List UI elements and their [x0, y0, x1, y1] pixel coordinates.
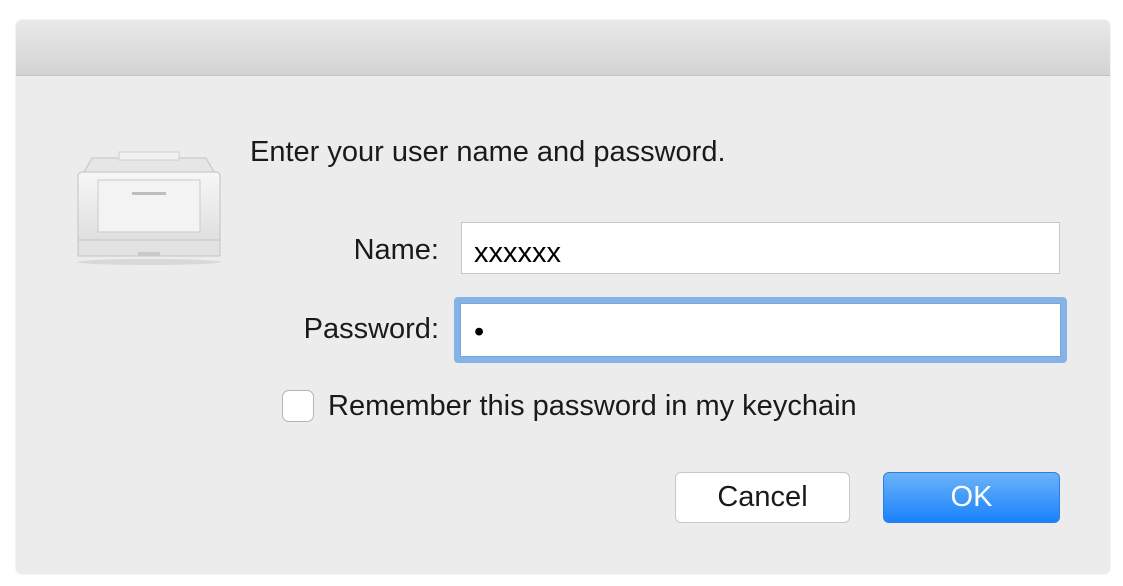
remember-password-checkbox[interactable] [282, 390, 314, 422]
ok-button[interactable]: OK [883, 472, 1060, 523]
password-field[interactable]: • [454, 297, 1067, 363]
printer-icon [74, 148, 224, 268]
dialog-prompt: Enter your user name and password. [250, 136, 726, 168]
remember-password-label[interactable]: Remember this password in my keychain [328, 390, 857, 423]
cancel-button[interactable]: Cancel [675, 472, 850, 523]
password-label: Password: [303, 313, 439, 345]
remember-password-row[interactable]: Remember this password in my keychain [282, 387, 857, 425]
name-field[interactable]: xxxxxx [461, 222, 1060, 274]
name-label: Name: [353, 234, 439, 266]
auth-dialog: Enter your user name and password. Name:… [16, 20, 1110, 574]
title-bar[interactable] [16, 20, 1110, 76]
